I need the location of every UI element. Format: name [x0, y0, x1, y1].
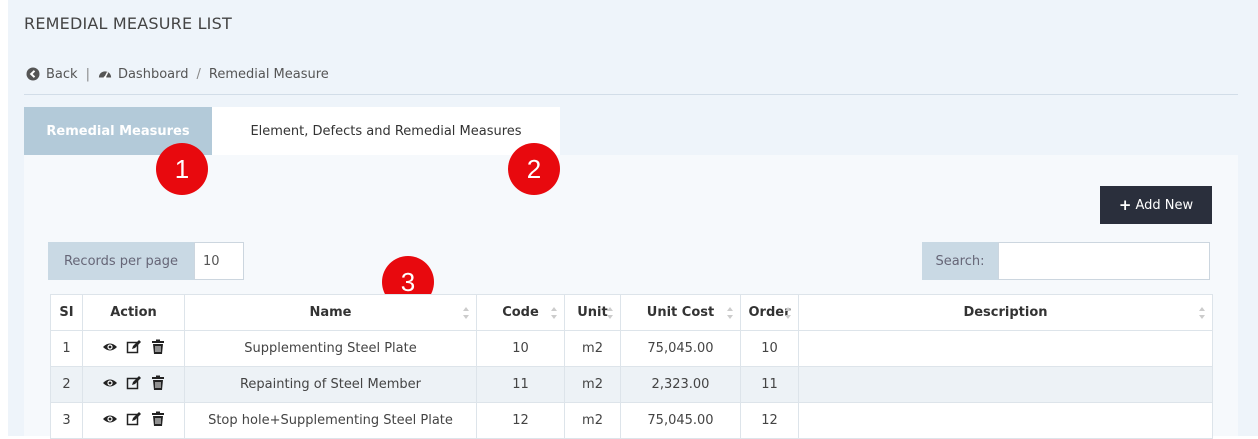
- column-header-name-label: Name: [309, 305, 352, 320]
- column-header-description[interactable]: Description: [798, 294, 1213, 331]
- records-per-page-label: Records per page: [48, 242, 194, 280]
- delete-trash-icon[interactable]: [150, 339, 166, 355]
- delete-trash-icon[interactable]: [150, 375, 166, 391]
- cell-order: 11: [740, 366, 799, 403]
- sort-icon: [607, 307, 613, 319]
- column-header-unit-cost-label: Unit Cost: [646, 305, 715, 320]
- back-label: Back: [46, 66, 78, 82]
- cell-name: Repainting of Steel Member: [184, 366, 477, 403]
- back-link[interactable]: Back: [26, 67, 78, 82]
- records-per-page: Records per page: [48, 242, 244, 280]
- column-header-order[interactable]: Order: [740, 294, 799, 331]
- table-header-row: SI Action Name Code Unit Unit Cost Order: [50, 294, 1213, 331]
- cell-order: 12: [740, 402, 799, 439]
- cell-name: Stop hole+Supplementing Steel Plate: [184, 402, 477, 439]
- remedial-measures-table: SI Action Name Code Unit Unit Cost Order: [50, 294, 1213, 439]
- view-eye-icon[interactable]: [102, 339, 118, 355]
- records-per-page-input[interactable]: [194, 242, 244, 280]
- cell-unit-cost: 75,045.00: [620, 402, 741, 439]
- dashboard-link[interactable]: Dashboard: [98, 66, 189, 82]
- annotation-badge-1: 1: [156, 143, 208, 195]
- page-title: REMEDIAL MEASURE LIST: [24, 14, 232, 33]
- add-new-label: Add New: [1135, 197, 1194, 213]
- breadcrumb-current: Remedial Measure: [208, 66, 329, 82]
- add-new-button[interactable]: + Add New: [1100, 186, 1212, 224]
- edit-icon[interactable]: [126, 339, 142, 355]
- cell-name: Supplementing Steel Plate: [184, 330, 477, 367]
- cell-code: 10: [476, 330, 565, 367]
- annotation-badge-2: 2: [508, 143, 560, 195]
- breadcrumb-separator: /: [196, 66, 201, 82]
- search-label: Search:: [922, 242, 998, 280]
- column-header-unit-cost[interactable]: Unit Cost: [620, 294, 741, 331]
- dashboard-label: Dashboard: [117, 66, 189, 82]
- search-input[interactable]: [998, 242, 1210, 280]
- cell-description: [798, 330, 1213, 367]
- cell-unit: m2: [564, 402, 621, 439]
- column-header-si: SI: [50, 294, 83, 331]
- column-header-unit[interactable]: Unit: [564, 294, 621, 331]
- breadcrumb: Back | Dashboard / Remedial Measure: [26, 64, 329, 84]
- cell-code: 11: [476, 366, 565, 403]
- cell-unit-cost: 2,323.00: [620, 366, 741, 403]
- cell-unit-cost: 75,045.00: [620, 330, 741, 367]
- cell-order: 10: [740, 330, 799, 367]
- search-box: Search:: [922, 242, 1210, 280]
- column-header-name[interactable]: Name: [184, 294, 477, 331]
- edit-icon[interactable]: [126, 411, 142, 427]
- column-header-code[interactable]: Code: [476, 294, 565, 331]
- plus-icon: +: [1118, 196, 1132, 214]
- table-row: 2 Repainting of Steel Member 11 m2 2,323…: [50, 366, 1213, 403]
- cell-si: 3: [50, 402, 83, 439]
- cell-unit: m2: [564, 330, 621, 367]
- table-row: 1 Supplementing Steel Plate 10 m2 75,045…: [50, 330, 1213, 367]
- column-header-unit-label: Unit: [577, 305, 608, 320]
- dashboard-gauge-icon: [98, 71, 112, 79]
- back-arrow-icon: [26, 67, 40, 81]
- cell-description: [798, 402, 1213, 439]
- edit-icon[interactable]: [126, 375, 142, 391]
- cell-si: 2: [50, 366, 83, 403]
- view-eye-icon[interactable]: [102, 375, 118, 391]
- cell-unit: m2: [564, 366, 621, 403]
- cell-description: [798, 366, 1213, 403]
- sort-icon: [1199, 307, 1205, 319]
- tab-bar: Remedial Measures Element, Defects and R…: [24, 107, 560, 155]
- column-header-code-label: Code: [502, 305, 539, 320]
- breadcrumb-separator: |: [85, 66, 90, 82]
- tab-element-defects-remedial-measures[interactable]: Element, Defects and Remedial Measures: [212, 107, 560, 155]
- sort-icon: [551, 307, 557, 319]
- sort-icon: [727, 307, 733, 319]
- cell-code: 12: [476, 402, 565, 439]
- column-header-description-label: Description: [963, 305, 1048, 320]
- header-divider: [24, 94, 1238, 95]
- delete-trash-icon[interactable]: [150, 411, 166, 427]
- sort-icon: [785, 307, 791, 319]
- cell-actions: [82, 366, 185, 403]
- column-header-action: Action: [82, 294, 185, 331]
- cell-actions: [82, 330, 185, 367]
- view-eye-icon[interactable]: [102, 411, 118, 427]
- table-row: 3 Stop hole+Supplementing Steel Plate 12…: [50, 402, 1213, 439]
- cell-si: 1: [50, 330, 83, 367]
- cell-actions: [82, 402, 185, 439]
- sort-icon: [463, 307, 469, 319]
